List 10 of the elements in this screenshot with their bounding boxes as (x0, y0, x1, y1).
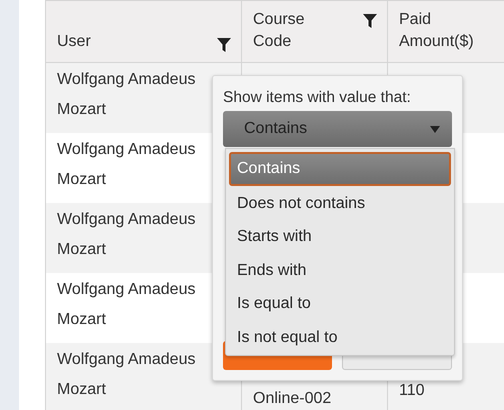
column-label: Course Code (253, 10, 306, 52)
user-name: Wolfgang Amadeus Mozart (57, 140, 196, 190)
column-label: Paid Amount($) (399, 10, 475, 52)
user-name: Wolfgang Amadeus Mozart (57, 350, 196, 400)
user-name: Wolfgang Amadeus Mozart (57, 210, 196, 260)
column-label: User (57, 32, 91, 52)
course-code: Online-002 (253, 389, 332, 409)
filter-label: Show items with value that: (223, 88, 412, 108)
user-name: Wolfgang Amadeus Mozart (57, 280, 196, 330)
paid-amount: 110 (399, 382, 425, 400)
